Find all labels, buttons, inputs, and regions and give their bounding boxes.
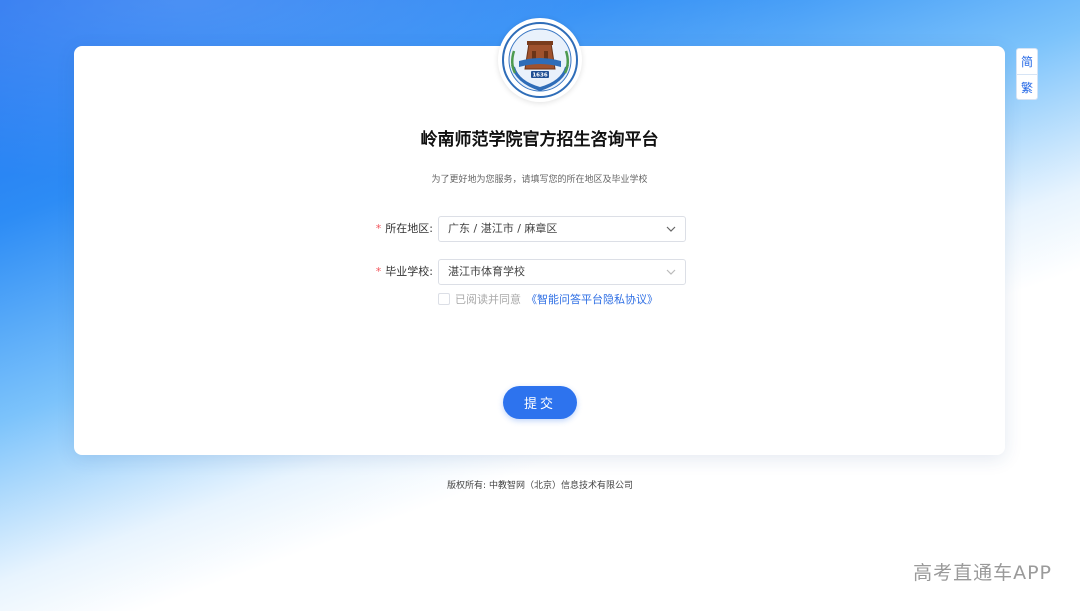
region-select[interactable]: 广东 / 湛江市 / 麻章区: [438, 216, 686, 242]
submit-button[interactable]: 提交: [503, 386, 577, 419]
region-label-text: 所在地区:: [385, 222, 433, 235]
school-select-value: 湛江市体育学校: [448, 265, 525, 278]
language-switcher: 简 繁: [1016, 48, 1038, 100]
required-mark: *: [375, 265, 382, 278]
page-title: 岭南师范学院官方招生咨询平台: [420, 130, 659, 150]
region-row: * 所在地区: 广东 / 湛江市 / 麻章区: [74, 216, 1005, 242]
agree-checkbox[interactable]: [438, 293, 450, 305]
privacy-policy-link[interactable]: 《智能问答平台隐私协议》: [526, 291, 658, 307]
region-select-value: 广东 / 湛江市 / 麻章区: [448, 222, 558, 235]
school-label-text: 毕业学校:: [385, 265, 433, 278]
chevron-down-icon: [666, 226, 676, 232]
chevron-down-icon: [666, 269, 676, 275]
watermark-text: 高考直通车APP: [913, 562, 1052, 584]
traditional-chinese-button[interactable]: 繁: [1017, 74, 1037, 99]
required-mark: *: [375, 222, 382, 235]
consult-form-card: 岭南师范学院官方招生咨询平台 为了更好地为您服务，请填写您的所在地区及毕业学校 …: [74, 46, 1005, 455]
simplified-chinese-button[interactable]: 简: [1017, 49, 1037, 74]
college-logo: 1636: [498, 18, 582, 102]
school-label: * 毕业学校:: [376, 259, 433, 285]
privacy-agreement: 已阅读并同意 《智能问答平台隐私协议》: [438, 292, 658, 306]
school-select[interactable]: 湛江市体育学校: [438, 259, 686, 285]
copyright-footer: 版权所有: 中教智网（北京）信息技术有限公司: [447, 481, 633, 491]
college-seal-icon: 1636: [502, 22, 578, 98]
agree-text: 已阅读并同意: [455, 293, 521, 306]
region-label: * 所在地区:: [376, 216, 433, 242]
page-subtitle: 为了更好地为您服务，请填写您的所在地区及毕业学校: [431, 175, 648, 185]
school-row: * 毕业学校: 湛江市体育学校: [74, 259, 1005, 285]
seal-year: 1636: [532, 73, 547, 79]
